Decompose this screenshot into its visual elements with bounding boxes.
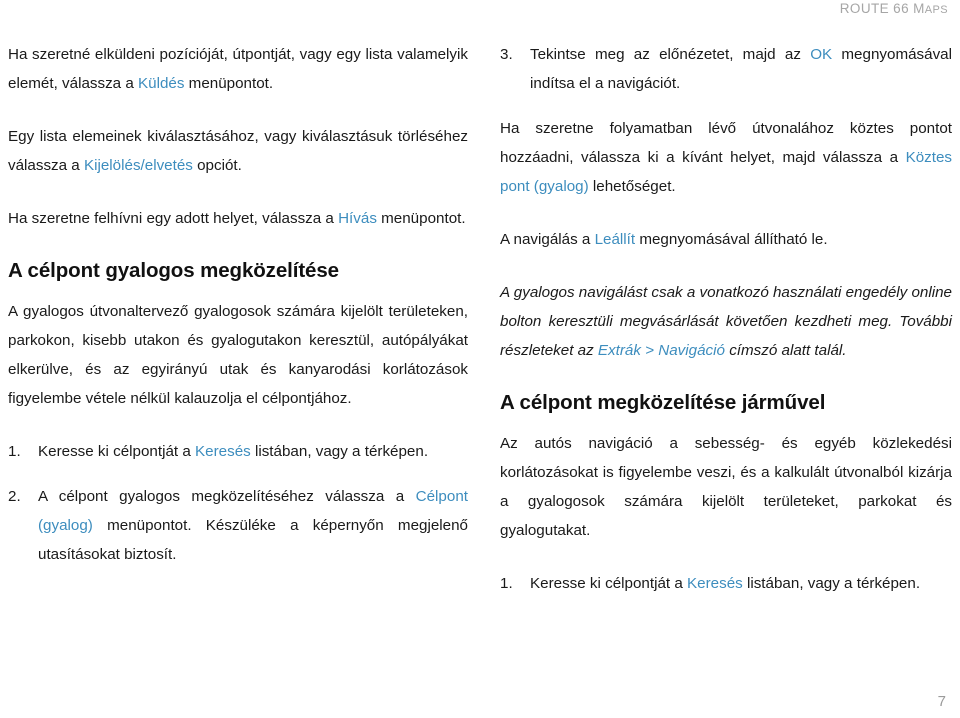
paragraph-pedestrian-router: A gyalogos útvonaltervező gyalogosok szá… — [8, 303, 468, 407]
list-item-text-1: Tekintse meg az előnézetet, majd az — [530, 46, 811, 63]
heading-vehicle-destination: A célpont megközelítése járművel — [500, 391, 826, 414]
pedestrian-steps-list: 1. Keresse ki célpontját a Keresés listá… — [8, 437, 468, 569]
paragraph-license-note-text-2: címszó alatt talál. — [724, 342, 847, 359]
list-item-text-2: menüpontot. Készüléke a képernyőn megjel… — [38, 517, 468, 563]
list-item: 1. Keresse ki célpontját a Keresés listá… — [8, 437, 468, 466]
ui-reference-kuldes[interactable]: Küldés — [138, 75, 184, 92]
list-item-text: A célpont gyalogos megközelítéséhez vála… — [38, 482, 468, 569]
list-item-number: 2. — [8, 488, 21, 505]
ui-reference-leallit[interactable]: Leállít — [595, 231, 636, 248]
list-item: 3. Tekintse meg az előnézetet, majd az O… — [500, 40, 952, 98]
heading-pedestrian-destination: A célpont gyalogos megközelítése — [8, 259, 339, 282]
running-header-smallcaps: APS — [924, 4, 948, 16]
list-item-text: Tekintse meg az előnézetet, majd az OK m… — [530, 40, 952, 98]
list-item-number: 1. — [500, 575, 513, 592]
preview-steps-list: 3. Tekintse meg az előnézetet, majd az O… — [500, 40, 952, 98]
list-item-text-2: listában, vagy a térképen. — [742, 575, 921, 592]
ui-reference-kijeloles-elvetes[interactable]: Kijelölés/elvetés — [84, 157, 193, 174]
right-column: 3. Tekintse meg az előnézetet, majd az O… — [490, 40, 952, 614]
paragraph-send-position: Ha szeretné elküldeni pozícióját, útpont… — [8, 40, 468, 98]
paragraph-add-via-point: Ha szeretne folyamatban lévő útvonalához… — [500, 114, 952, 201]
list-item-text-2: listában, vagy a térképen. — [250, 443, 429, 460]
page-number: 7 — [937, 693, 946, 710]
manual-page: ROUTE 66 MAPS Ha szeretné elküldeni pozí… — [0, 0, 960, 718]
two-column-body: Ha szeretné elküldeni pozícióját, útpont… — [8, 40, 952, 614]
ui-reference-kereses[interactable]: Keresés — [687, 575, 743, 592]
paragraph-select-list-items: Egy lista elemeinek kiválasztásához, vag… — [8, 122, 468, 180]
list-item-text: Keresse ki célpontját a Keresés listában… — [530, 569, 952, 598]
paragraph-send-position-text-2: menüpontot. — [184, 75, 274, 92]
running-header-main: ROUTE 66 M — [839, 1, 925, 16]
vehicle-steps-list: 1. Keresse ki célpontját a Keresés listá… — [500, 569, 952, 598]
ui-reference-extrak-navigacio[interactable]: Extrák > Navigáció — [598, 342, 725, 359]
list-item-text-1: A célpont gyalogos megközelítéséhez vála… — [38, 488, 416, 505]
running-header: ROUTE 66 MAPS — [840, 1, 948, 16]
paragraph-stop-navigation: A navigálás a Leállít megnyomásával állí… — [500, 225, 952, 254]
paragraph-add-via-point-text-1: Ha szeretne folyamatban lévő útvonalához… — [500, 120, 952, 166]
list-item: 2. A célpont gyalogos megközelítéséhez v… — [8, 482, 468, 569]
ui-reference-hivas[interactable]: Hívás — [338, 210, 377, 227]
list-item: 1. Keresse ki célpontját a Keresés listá… — [500, 569, 952, 598]
paragraph-vehicle-navigation: Az autós navigáció a sebesség- és egyéb … — [500, 435, 952, 539]
list-item-text-1: Keresse ki célpontját a — [38, 443, 196, 460]
paragraph-license-note: A gyalogos navigálást csak a vonatkozó h… — [500, 278, 952, 365]
paragraph-call-place-text-2: menüpontot. — [376, 210, 466, 227]
paragraph-select-list-items-text-2: opciót. — [192, 157, 242, 174]
list-item-text-1: Keresse ki célpontját a — [530, 575, 688, 592]
ui-reference-kereses[interactable]: Keresés — [195, 443, 251, 460]
paragraph-stop-navigation-text-2: megnyomásával állítható le. — [635, 231, 828, 248]
list-item-number: 1. — [8, 443, 21, 460]
list-item-text: Keresse ki célpontját a Keresés listában… — [38, 437, 468, 466]
paragraph-add-via-point-text-2: lehetőséget. — [588, 178, 676, 195]
ui-reference-ok[interactable]: OK — [810, 46, 832, 63]
paragraph-call-place: Ha szeretne felhívni egy adott helyet, v… — [8, 204, 468, 233]
list-item-number: 3. — [500, 46, 513, 63]
left-column: Ha szeretné elküldeni pozícióját, útpont… — [8, 40, 470, 614]
paragraph-call-place-text-1: Ha szeretne felhívni egy adott helyet, v… — [8, 210, 339, 227]
paragraph-stop-navigation-text-1: A navigálás a — [500, 231, 595, 248]
